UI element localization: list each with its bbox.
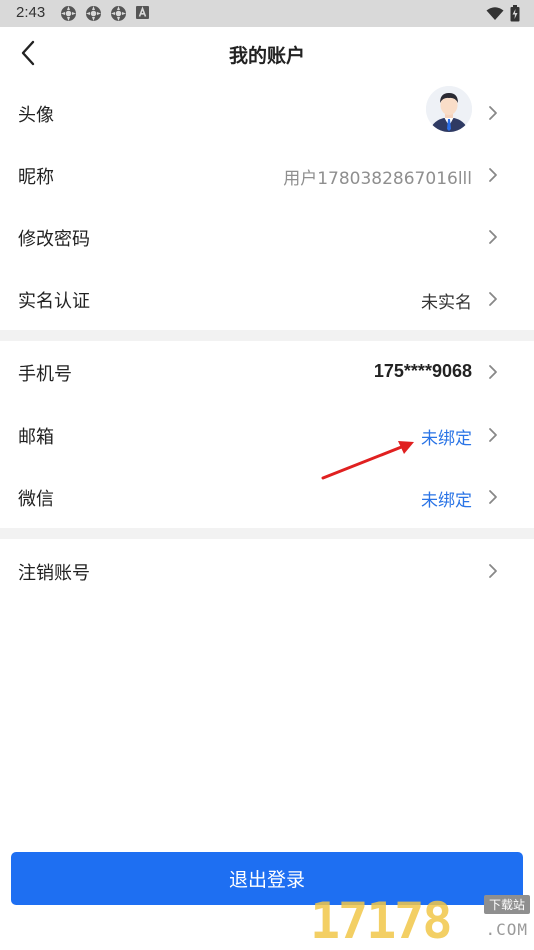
email-bind-status: 未绑定	[421, 429, 472, 449]
wifi-icon	[486, 6, 504, 25]
settings-icon	[60, 5, 77, 22]
change-password-row[interactable]: 修改密码	[0, 206, 534, 268]
status-notification-icons	[60, 5, 152, 22]
section-divider	[0, 330, 534, 341]
status-right-icons	[486, 5, 520, 26]
chevron-right-icon	[486, 103, 500, 123]
row-label: 头像	[18, 105, 54, 126]
chevron-right-icon	[486, 362, 500, 382]
real-name-verification-row[interactable]: 实名认证 未实名	[0, 268, 534, 330]
avatar-row[interactable]: 头像	[0, 82, 534, 144]
row-label: 微信	[18, 489, 54, 510]
row-label: 邮箱	[18, 427, 54, 448]
wechat-bind-status: 未绑定	[421, 491, 472, 511]
chevron-right-icon	[486, 227, 500, 247]
settings-icon	[85, 5, 102, 22]
chevron-right-icon	[486, 165, 500, 185]
watermark-tag: 下载站	[483, 895, 530, 914]
watermark-logo: 17178 下载站 .COM	[310, 892, 534, 950]
notification-a-icon	[135, 5, 152, 22]
settings-icon	[110, 5, 127, 22]
avatar	[426, 86, 472, 132]
row-label: 昵称	[18, 167, 54, 188]
battery-icon	[510, 5, 520, 26]
email-row[interactable]: 邮箱 未绑定	[0, 404, 534, 466]
page-title: 我的账户	[228, 45, 305, 67]
chevron-right-icon	[486, 561, 500, 581]
wechat-row[interactable]: 微信 未绑定	[0, 466, 534, 528]
phone-value: 175****9068	[373, 361, 472, 381]
verification-status: 未实名	[421, 293, 472, 313]
row-label: 实名认证	[18, 291, 90, 312]
section-divider	[0, 528, 534, 539]
chevron-right-icon	[486, 289, 500, 309]
row-label: 手机号	[18, 364, 72, 385]
delete-account-row[interactable]: 注销账号	[0, 540, 534, 602]
phone-row[interactable]: 手机号 175****9068	[0, 341, 534, 403]
nickname-row[interactable]: 昵称 用户1780382867016lll	[0, 144, 534, 206]
app-header: 我的账户	[0, 27, 534, 83]
row-label: 注销账号	[18, 563, 90, 584]
chevron-right-icon	[486, 425, 500, 445]
nickname-value: 用户1780382867016lll	[283, 169, 472, 189]
status-time: 2:43	[16, 4, 46, 21]
watermark-domain: .COM	[485, 920, 528, 939]
watermark-digits: 17178	[310, 892, 453, 950]
chevron-right-icon	[486, 487, 500, 507]
status-bar: 2:43	[0, 0, 534, 27]
row-label: 修改密码	[18, 229, 90, 250]
